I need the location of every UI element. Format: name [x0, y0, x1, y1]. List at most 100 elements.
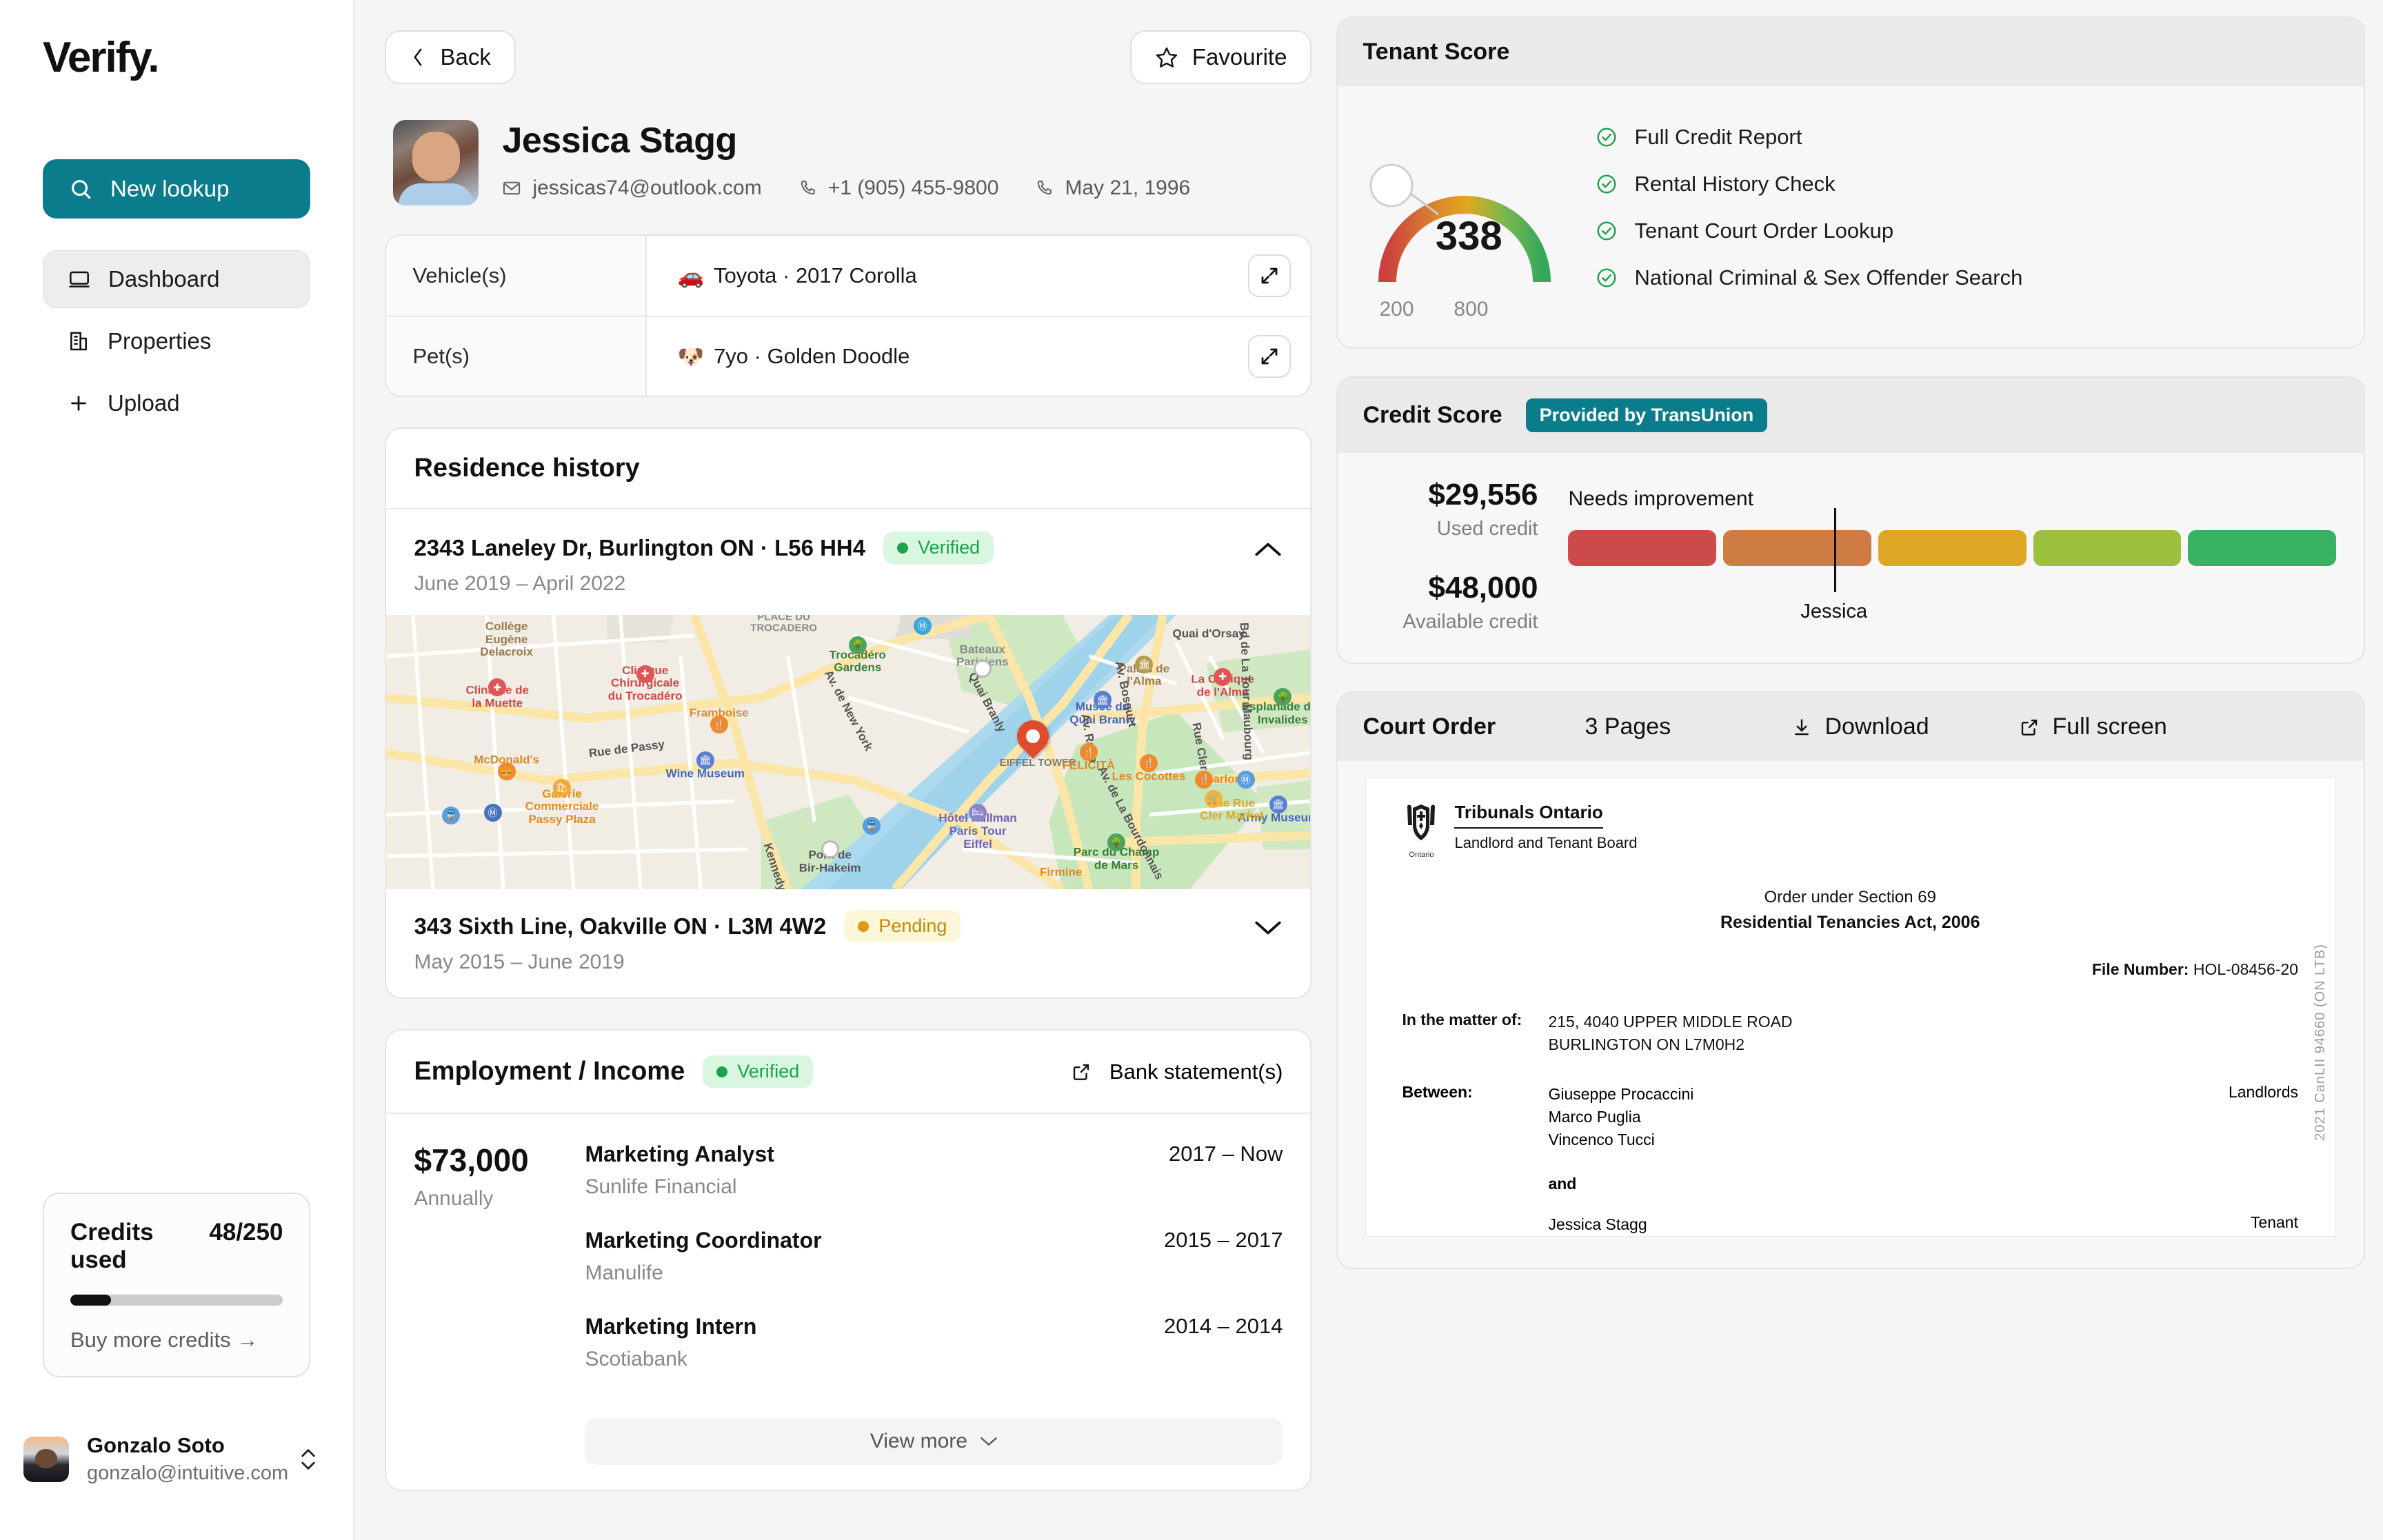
residence-address: 2343 Laneley Dr, Burlington ON · L56 HH4 — [414, 534, 866, 560]
provider-badge: Provided by TransUnion — [1525, 398, 1768, 432]
available-credit-amount: $48,000 — [1428, 571, 1538, 605]
profile-birthdate: May 21, 1996 — [1034, 176, 1190, 200]
sidebar-item-dashboard[interactable]: Dashboard — [43, 250, 311, 308]
download-button[interactable]: Download — [1791, 713, 2019, 740]
credits-progress-fill — [70, 1295, 112, 1306]
back-button[interactable]: Back — [385, 30, 516, 84]
chevron-down-icon[interactable] — [1254, 910, 1283, 942]
check-label: Full Credit Report — [1634, 125, 1802, 149]
tenant-score-gauge: 338 200 800 — [1361, 110, 1568, 321]
residence-address-row: 2343 Laneley Dr, Burlington ON · L56 HH4… — [414, 531, 994, 564]
view-more-button[interactable]: View more — [585, 1418, 1283, 1465]
profile-birthdate-text: May 21, 1996 — [1065, 176, 1191, 199]
transit-poi-icon: 🚆 — [862, 817, 881, 835]
expand-vehicle-button[interactable] — [1248, 254, 1291, 297]
document-heading-line1: Order under Section 69 — [1764, 888, 1936, 906]
spec-value: 🚗 Toyota · 2017 Corolla — [647, 236, 1310, 316]
new-lookup-button[interactable]: New lookup — [43, 159, 311, 219]
letterhead-text: Tribunals Ontario Landlord and Tenant Bo… — [1454, 802, 1637, 852]
document-org: Tribunals Ontario — [1454, 802, 1603, 829]
job-org: Sunlife Financial — [585, 1175, 737, 1198]
court-order-viewer[interactable]: Ontario Tribunals Ontario Landlord and T… — [1338, 761, 2364, 1237]
building-icon — [68, 330, 90, 352]
document-heading: Order under Section 69 Residential Tenan… — [1402, 888, 2298, 933]
court-order-header: Court Order 3 Pages Download Full screen — [1338, 693, 2364, 761]
court-order-panel: Court Order 3 Pages Download Full screen — [1336, 691, 2365, 1269]
credit-score-header: Credit Score Provided by TransUnion — [1338, 378, 2364, 453]
center-column: Back Favourite Jessica Stagg jessicas74@… — [385, 17, 1336, 1540]
document-letterhead: Ontario Tribunals Ontario Landlord and T… — [1402, 802, 2298, 859]
chevron-down-icon — [980, 1435, 998, 1448]
chevron-up-icon[interactable] — [1254, 531, 1283, 563]
avatar — [23, 1436, 69, 1482]
landmark-poi-icon: 🏛 — [1135, 655, 1154, 673]
tenant-score-checks: Full Credit Report Rental History Check — [1596, 110, 2022, 290]
matter-line-1: 215, 4040 UPPER MIDDLE ROAD — [1548, 1013, 1793, 1031]
chevron-up-down-icon[interactable] — [298, 1446, 319, 1473]
job-years: 2014 – 2014 — [1164, 1314, 1283, 1338]
residence-entry-info: 343 Sixth Line, Oakville ON · L3M 4W2 Pe… — [414, 910, 961, 974]
mail-icon — [502, 179, 521, 198]
residence-dates: May 2015 – June 2019 — [414, 951, 625, 973]
residence-entry-1[interactable]: 2343 Laneley Dr, Burlington ON · L56 HH4… — [386, 509, 1310, 615]
spec-key: Vehicle(s) — [386, 236, 647, 316]
employment-header: Employment / Income Verified Bank statem… — [386, 1031, 1311, 1114]
matter-label: In the matter of: — [1402, 1011, 1522, 1029]
monitor-icon — [68, 268, 90, 290]
sidebar-item-properties[interactable]: Properties — [43, 312, 310, 370]
user-meta: Gonzalo Soto gonzalo@intuitive.com — [87, 1433, 288, 1485]
list-item: Tenant Court Order Lookup — [1596, 219, 2022, 243]
phone-icon — [798, 179, 817, 198]
sidebar-item-label: Dashboard — [108, 266, 220, 292]
spec-value-text: Toyota · 2017 Corolla — [714, 263, 917, 287]
bank-statements-button[interactable]: Bank statement(s) — [1071, 1060, 1283, 1084]
restaurant-poi-icon: 🍴 — [1079, 743, 1098, 761]
income-period: Annually — [414, 1187, 494, 1210]
residence-entry-info: 2343 Laneley Dr, Burlington ON · L56 HH4… — [414, 531, 994, 596]
junction-poi-icon — [821, 840, 839, 859]
crest-graphic — [1407, 804, 1436, 840]
gauge-ticks: 200 800 — [1361, 294, 1568, 321]
plus-icon — [68, 392, 90, 414]
job-org: Scotiabank — [585, 1348, 687, 1370]
ontario-crest-icon: Ontario — [1402, 802, 1440, 859]
new-lookup-label: New lookup — [110, 176, 230, 201]
profile-contact: jessicas74@outlook.com +1 (905) 455-9800 — [502, 176, 1190, 200]
document-tenant: Jessica Stagg Tenant — [1402, 1213, 2298, 1236]
check-label: Tenant Court Order Lookup — [1634, 219, 1894, 243]
sidebar-item-label: Properties — [108, 328, 212, 354]
employment-card: Employment / Income Verified Bank statem… — [385, 1029, 1312, 1491]
user-account-row[interactable]: Gonzalo Soto gonzalo@intuitive.com — [23, 1433, 319, 1485]
status-badge-label: Verified — [737, 1061, 800, 1082]
dog-emoji-icon: 🐶 — [677, 344, 705, 369]
hospital-poi-icon: ✚ — [488, 678, 507, 697]
museum-poi-icon: 🏛 — [696, 751, 714, 769]
list-item: Marketing Coordinator Manulife 2015 – 20… — [585, 1228, 1283, 1285]
credits-card: Credits used 48/250 Buy more credits → — [43, 1193, 311, 1377]
residence-history-card: Residence history 2343 Laneley Dr, Burli… — [385, 427, 1312, 999]
restaurant-poi-icon: 🍴 — [710, 716, 728, 734]
tenant-score-header: Tenant Score — [1338, 18, 2364, 86]
status-badge: Verified — [883, 531, 994, 564]
star-icon — [1155, 45, 1178, 69]
page-title: Jessica Stagg — [502, 121, 737, 161]
check-circle-icon — [1596, 267, 1618, 289]
buy-more-credits-link[interactable]: Buy more credits → — [70, 1328, 283, 1352]
residence-history-header: Residence history — [386, 429, 1311, 509]
court-order-document: Ontario Tribunals Ontario Landlord and T… — [1365, 778, 2336, 1237]
fullscreen-button[interactable]: Full screen — [2019, 713, 2167, 740]
residence-entry-2[interactable]: 343 Sixth Line, Oakville ON · L3M 4W2 Pe… — [386, 889, 1310, 997]
expand-pet-button[interactable] — [1248, 335, 1291, 378]
document-file-number: File Number: HOL-08456-20 — [1402, 960, 2298, 979]
credits-label: Credits used — [70, 1219, 154, 1273]
sidebar-item-upload[interactable]: Upload — [43, 374, 310, 432]
credit-score-panel: Credit Score Provided by TransUnion $29,… — [1336, 376, 2365, 664]
employment-list: Marketing Analyst Sunlife Financial 2017… — [585, 1142, 1283, 1371]
residence-map[interactable]: Collège Eugène Delacroix PLACE DU TROCADERO… — [386, 615, 1311, 889]
residence-history-title: Residence history — [414, 454, 640, 483]
hospital-poi-icon: ✚ — [636, 665, 654, 683]
status-badge-label: Pending — [878, 915, 947, 936]
list-item: Rental History Check — [1596, 172, 2022, 196]
sidebar-nav: Dashboard Properties Upload — [43, 250, 311, 432]
favourite-button[interactable]: Favourite — [1129, 30, 1312, 84]
